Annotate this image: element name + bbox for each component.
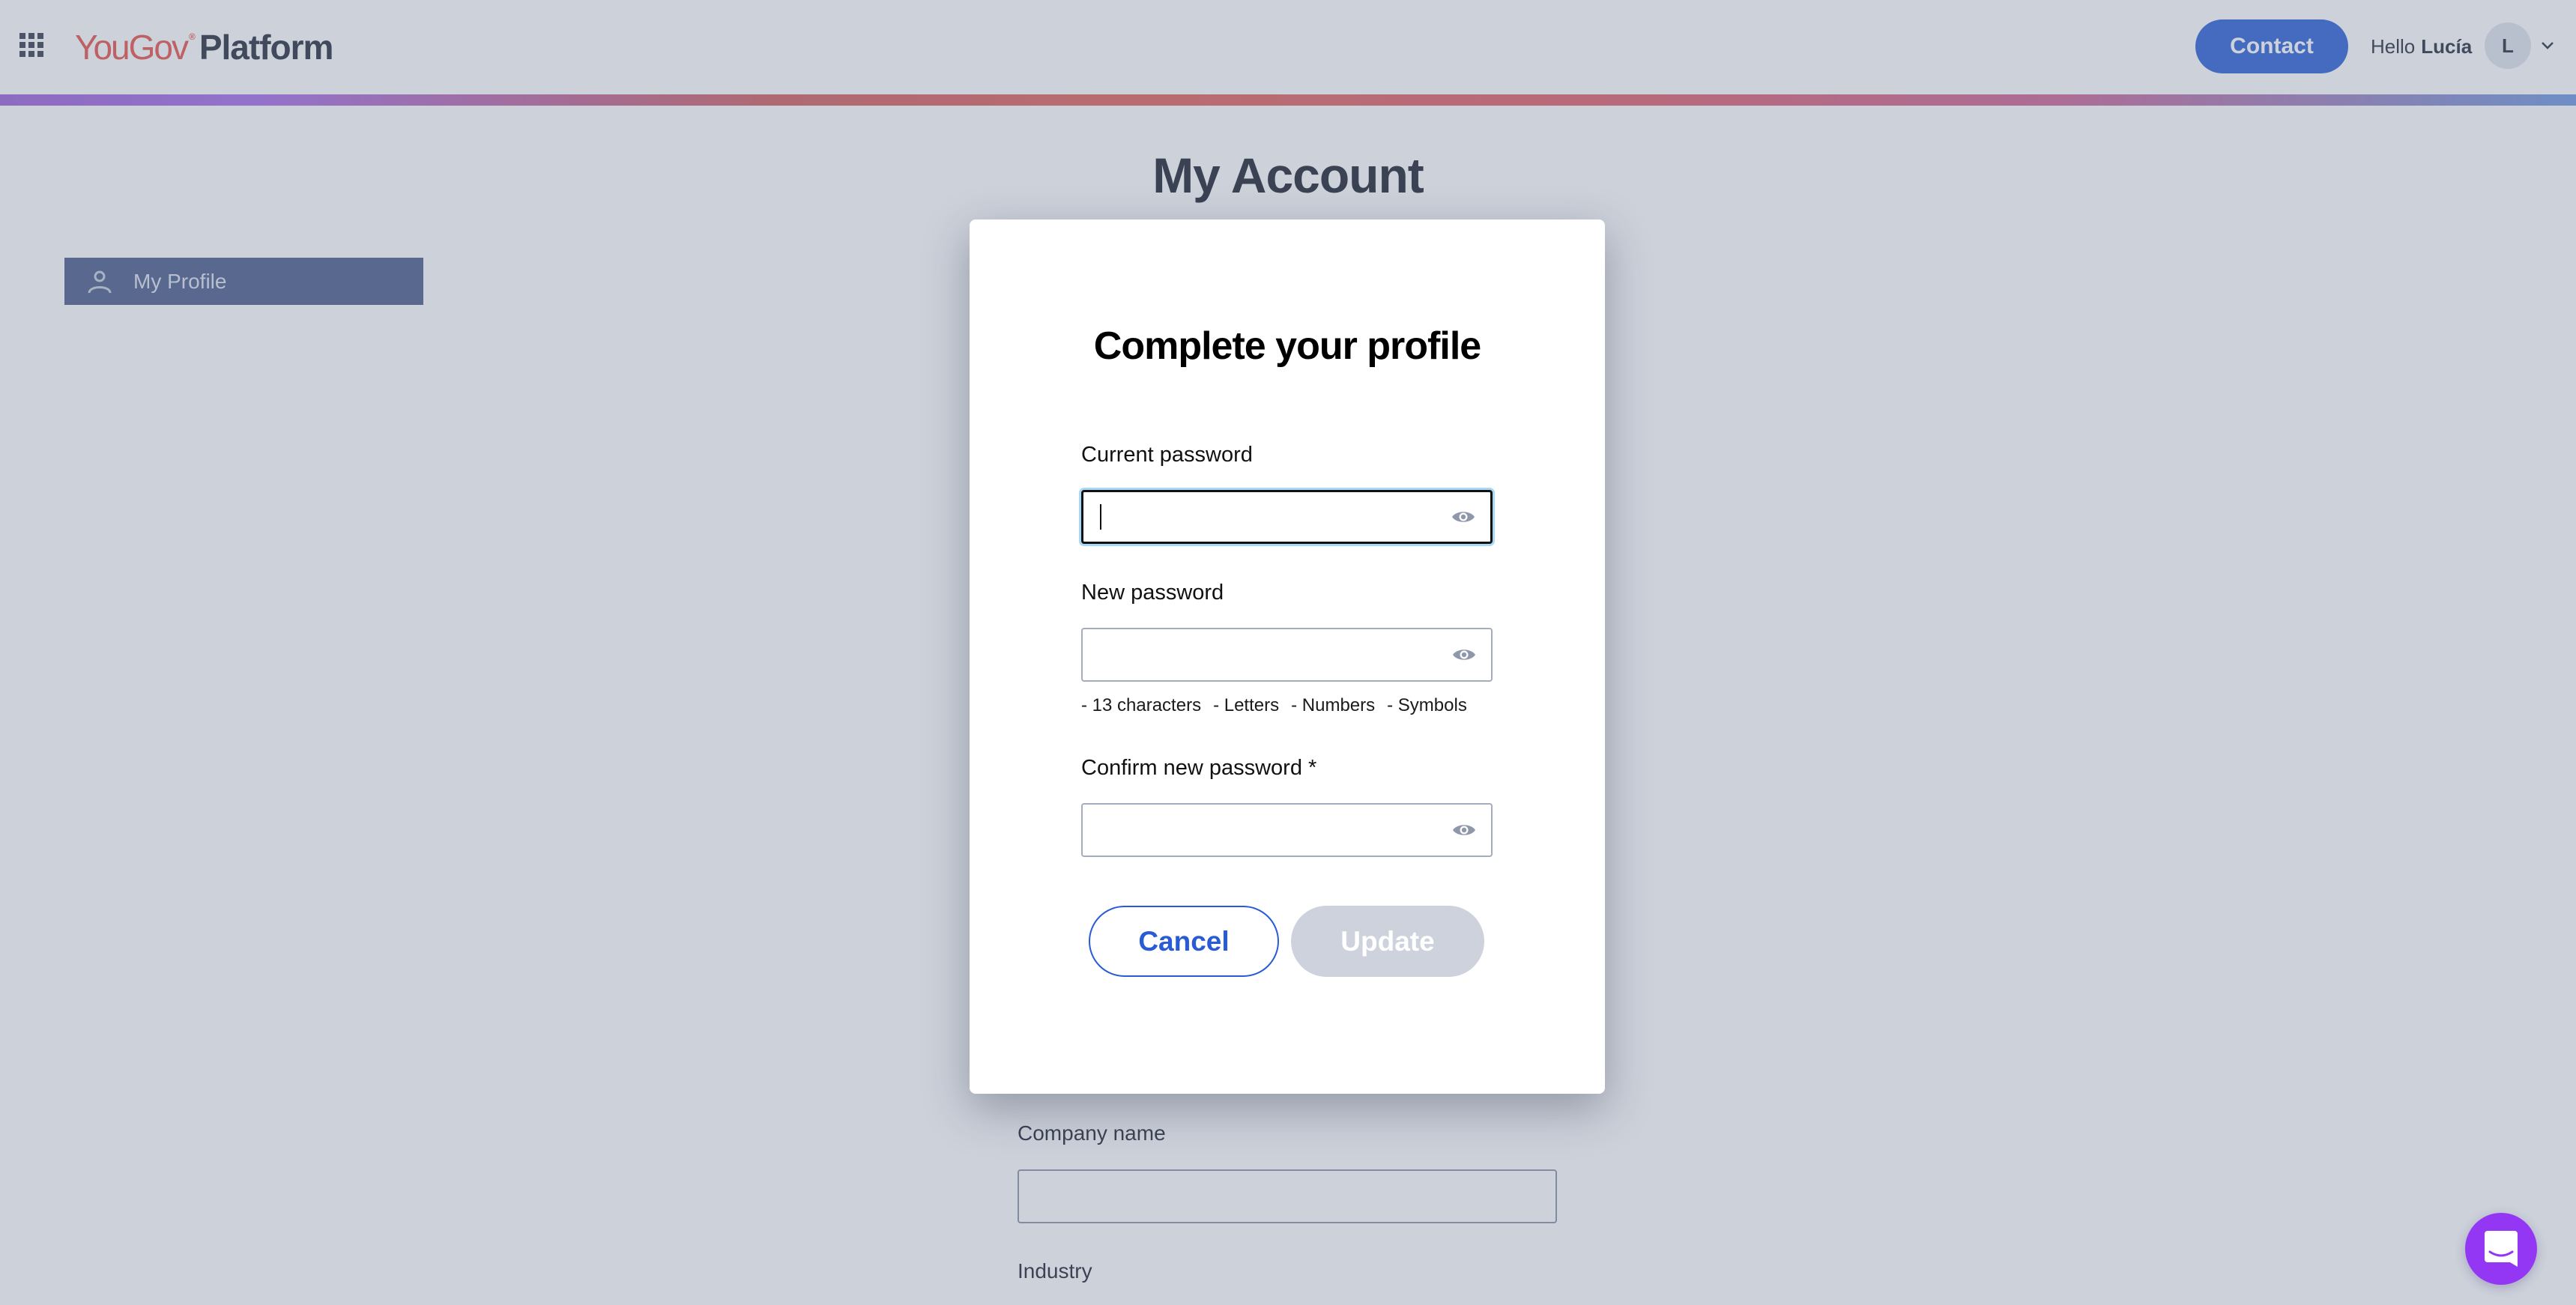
hint-letters: - Letters — [1213, 695, 1280, 715]
current-password-input[interactable] — [1081, 490, 1493, 544]
text-caret — [1100, 504, 1101, 530]
dialog-title: Complete your profile — [1093, 324, 1481, 368]
hint-numbers: - Numbers — [1291, 695, 1376, 715]
cancel-button[interactable]: Cancel — [1089, 906, 1279, 977]
update-button[interactable]: Update — [1291, 906, 1484, 977]
current-password-label: Current password — [1081, 443, 1253, 467]
eye-icon[interactable] — [1451, 509, 1475, 524]
hint-length: - 13 characters — [1081, 695, 1202, 715]
chat-bubble-icon — [2485, 1231, 2518, 1267]
confirm-password-label: Confirm new password * — [1081, 756, 1317, 780]
new-password-label: New password — [1081, 581, 1224, 605]
confirm-password-input[interactable] — [1081, 803, 1493, 857]
eye-icon[interactable] — [1452, 823, 1476, 838]
hint-symbols: - Symbols — [1387, 695, 1467, 715]
chat-launcher-button[interactable] — [2465, 1213, 2537, 1285]
new-password-input[interactable] — [1081, 628, 1493, 682]
eye-icon[interactable] — [1452, 647, 1476, 662]
password-requirements: - 13 characters - Letters - Numbers - Sy… — [1081, 695, 1467, 716]
